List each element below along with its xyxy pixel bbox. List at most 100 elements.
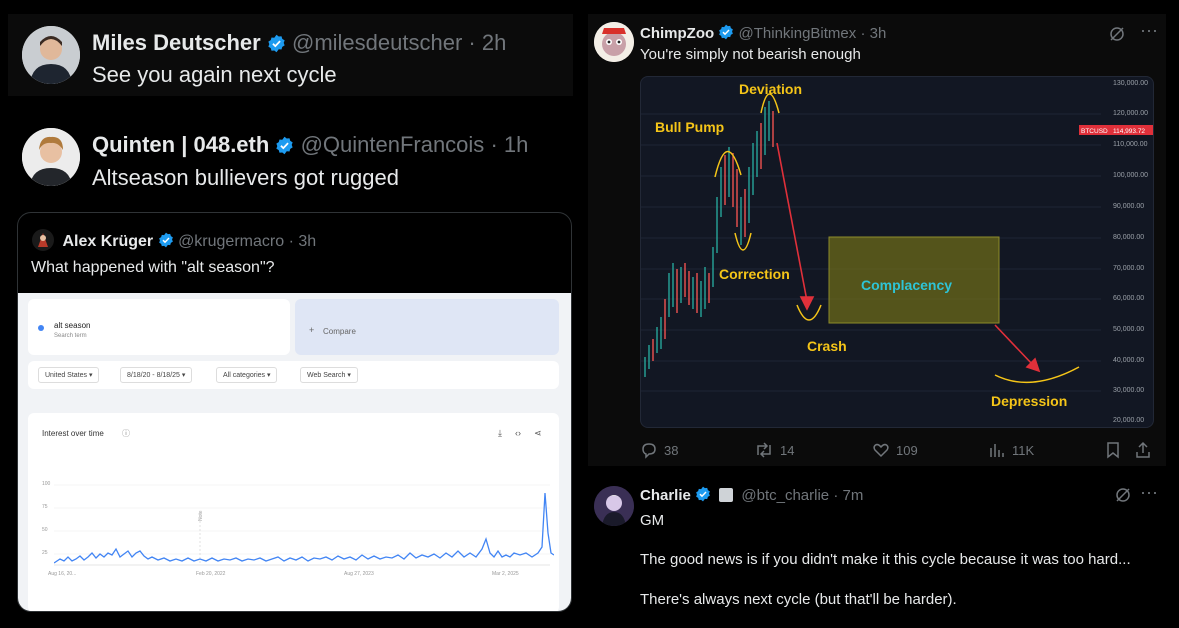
avatar[interactable] — [22, 26, 80, 84]
label-correction: Correction — [719, 266, 790, 282]
tweet-chimpzoo[interactable]: ChimpZoo @ThinkingBitmex · 3h ··· You're… — [588, 14, 1166, 466]
candles — [644, 101, 774, 377]
compare-label: Compare — [323, 327, 356, 336]
post-time: · 3h — [288, 233, 317, 250]
repost-count: 14 — [780, 443, 795, 458]
filters-bar: United States ▾ 8/18/20 - 8/18/25 ▾ All … — [28, 361, 559, 389]
price-tag-value: 114,993.72 — [1113, 128, 1145, 135]
category-filter[interactable]: All categories ▾ — [216, 367, 278, 383]
date-filter[interactable]: 8/18/20 - 8/18/25 ▾ — [120, 367, 193, 383]
quote-text: What happened with "alt season"? — [31, 259, 275, 276]
series-dot-icon — [38, 325, 44, 331]
tweet-charlie[interactable]: Charlie @btc_charlie · 7m ··· GM The goo… — [588, 478, 1166, 628]
avatar[interactable] — [594, 22, 634, 62]
y-tick: 100 — [42, 481, 51, 487]
author-name[interactable]: Quinten | 048.eth — [92, 132, 269, 157]
author-handle[interactable]: @milesdeutscher — [292, 30, 462, 55]
tweet-text: You're simply not bearish enough — [640, 46, 861, 63]
y-tick: 110,000.00 — [1113, 141, 1148, 148]
panel-title: Interest over time — [42, 429, 104, 438]
like-button[interactable]: 109 — [872, 441, 918, 459]
y-tick: 70,000.00 — [1113, 265, 1145, 272]
label-deviation: Deviation — [739, 81, 803, 97]
label-crash: Crash — [807, 338, 847, 354]
like-count: 109 — [896, 443, 918, 458]
share-icon[interactable]: ⋖ — [534, 428, 542, 439]
label-complacency: Complacency — [861, 277, 953, 293]
repost-button[interactable]: 14 — [754, 441, 794, 459]
avatar[interactable] — [22, 128, 80, 186]
y-tick: 75 — [42, 504, 48, 510]
post-time: · 1h — [490, 132, 529, 157]
reply-button[interactable]: 38 — [640, 441, 678, 459]
grok-icon[interactable] — [1108, 25, 1126, 43]
interest-panel: Interest over time ⓘ ⤓ ‹› ⋖ 100 75 50 25… — [28, 413, 559, 611]
views-icon — [990, 444, 1004, 457]
y-tick: 25 — [42, 550, 48, 556]
reply-icon — [642, 443, 656, 459]
embed-icon[interactable]: ‹› — [515, 428, 521, 438]
interest-chart: Note — [54, 484, 554, 566]
compare-card[interactable]: + Compare — [295, 299, 559, 355]
label-depression: Depression — [991, 393, 1068, 409]
region-filter[interactable]: United States ▾ — [38, 367, 100, 383]
x-tick: Feb 20, 2022 — [196, 571, 226, 577]
search-term-sub: Search term — [54, 333, 87, 339]
verified-badge-icon — [158, 232, 173, 248]
repost-icon — [757, 442, 771, 458]
search-term-card[interactable]: alt season Search term — [28, 299, 290, 355]
author-line: Charlie @btc_charlie · 7m — [640, 486, 863, 504]
bookmark-icon[interactable] — [1104, 441, 1122, 459]
y-tick: 90,000.00 — [1113, 203, 1145, 210]
author-handle[interactable]: @ThinkingBitmex — [739, 25, 857, 42]
author-name[interactable]: Miles Deutscher — [92, 30, 261, 55]
grok-icon[interactable] — [1114, 486, 1132, 504]
y-tick: 80,000.00 — [1113, 234, 1145, 241]
verified-badge-icon — [276, 136, 294, 155]
y-tick: 50,000.00 — [1113, 326, 1145, 333]
post-time: · 2h — [468, 30, 507, 55]
search-type-filter[interactable]: Web Search ▾ — [300, 367, 358, 383]
author-name[interactable]: ChimpZoo — [640, 25, 714, 42]
download-icon[interactable]: ⤓ — [498, 428, 502, 439]
x-tick: Aug 16, 20... — [48, 571, 77, 577]
share-icon[interactable] — [1134, 441, 1152, 459]
interest-line — [54, 492, 554, 564]
avatar[interactable] — [594, 486, 634, 526]
author-handle[interactable]: @QuintenFrancois — [301, 132, 485, 157]
label-bull-pump: Bull Pump — [655, 119, 725, 135]
affiliate-badge-icon[interactable] — [719, 488, 734, 502]
quoted-tweet[interactable]: Alex Krüger @krugermacro · 3h What happe… — [17, 212, 572, 612]
y-tick: 40,000.00 — [1113, 357, 1145, 364]
view-count: 11K — [1012, 443, 1035, 458]
tweet-miles[interactable]: Miles Deutscher @milesdeutscher · 2h See… — [8, 14, 573, 96]
tweet-text: See you again next cycle — [92, 62, 337, 87]
views-button[interactable]: 11K — [988, 441, 1034, 459]
verified-badge-icon — [719, 24, 734, 40]
y-tick: 120,000.00 — [1113, 110, 1149, 117]
author-line: Quinten | 048.eth @QuintenFrancois · 1h — [92, 132, 528, 158]
author-line: Miles Deutscher @milesdeutscher · 2h — [92, 30, 506, 56]
y-tick: 30,000.00 — [1113, 387, 1145, 394]
tweet-text-line1: GM — [640, 512, 665, 529]
more-options-icon[interactable]: ··· — [1140, 20, 1158, 41]
author-name[interactable]: Alex Krüger — [62, 233, 153, 250]
heart-icon — [873, 443, 889, 458]
author-name[interactable]: Charlie — [640, 487, 691, 504]
author-handle[interactable]: @btc_charlie — [741, 487, 829, 504]
x-tick: Aug 27, 2023 — [344, 571, 374, 577]
search-term: alt season — [54, 321, 91, 330]
verified-badge-icon — [268, 34, 285, 53]
author-handle[interactable]: @krugermacro — [178, 233, 284, 250]
y-tick: 60,000.00 — [1113, 295, 1145, 302]
x-tick: Mar 2, 2025 — [492, 571, 519, 577]
more-options-icon[interactable]: ··· — [1140, 482, 1158, 503]
plus-icon: + — [309, 325, 315, 335]
avatar[interactable] — [32, 229, 54, 251]
tweet-text-line3: There's always next cycle (but that'll b… — [640, 591, 957, 608]
help-icon[interactable]: ⓘ — [122, 428, 130, 439]
annotated-btc-chart[interactable]: BTCUSD 114,993.72 Deviation Bull Pump Co… — [640, 76, 1154, 428]
quote-author-line: Alex Krüger @krugermacro · 3h — [32, 229, 316, 251]
chart-note: Note — [198, 510, 204, 521]
post-time: · 7m — [833, 487, 864, 504]
